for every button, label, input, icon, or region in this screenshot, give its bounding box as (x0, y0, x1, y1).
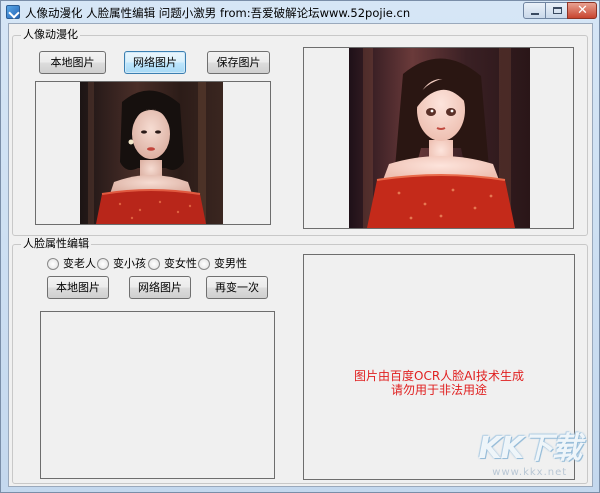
client-area: 人像动漫化 本地图片 网络图片 保存图片 人脸属性编辑 变老人 变小孩 变女性 … (8, 23, 593, 487)
original-photo (80, 82, 223, 224)
close-icon: ✕ (577, 3, 588, 18)
portrait-anime-legend: 人像动漫化 (21, 28, 80, 42)
minimize-icon (531, 13, 539, 15)
portrait-save-image-button[interactable]: 保存图片 (207, 51, 270, 74)
portrait-anime-group: 人像动漫化 本地图片 网络图片 保存图片 (12, 28, 588, 236)
face-local-image-button[interactable]: 本地图片 (47, 276, 109, 299)
radio-child-label: 变小孩 (113, 257, 146, 270)
original-image-frame (35, 81, 271, 225)
radio-female-label: 变女性 (164, 257, 197, 270)
face-network-image-button[interactable]: 网络图片 (129, 276, 191, 299)
app-icon (6, 5, 20, 19)
radio-old-person-label: 变老人 (63, 257, 96, 270)
notice-line-1: 图片由百度OCR人脸AI技术生成 (354, 369, 524, 383)
radio-circle-icon[interactable] (97, 258, 109, 270)
notice-line-2: 请勿用于非法用途 (390, 383, 487, 397)
radio-circle-icon[interactable] (148, 258, 160, 270)
maximize-button[interactable] (545, 2, 568, 19)
watermark-url: www.kkx.net (492, 467, 568, 478)
radio-circle-icon[interactable] (47, 258, 59, 270)
close-button[interactable]: ✕ (567, 2, 597, 19)
title-bar[interactable]: 人像动漫化 人脸属性编辑 问题小激男 from:吾爱破解论坛www.52poji… (1, 1, 599, 23)
portrait-local-image-button[interactable]: 本地图片 (39, 51, 106, 74)
radio-male-label: 变男性 (214, 257, 247, 270)
original-photo-image (80, 82, 223, 224)
face-attribute-legend: 人脸属性编辑 (21, 237, 91, 251)
watermark-logo: KK下载 (478, 431, 582, 466)
watermark: KK下载 www.kkx.net (479, 423, 582, 478)
anime-result-image (349, 48, 530, 228)
app-window: 人像动漫化 人脸属性编辑 问题小激男 from:吾爱破解论坛www.52poji… (0, 0, 600, 493)
maximize-icon (553, 7, 562, 14)
anime-result-photo (349, 48, 530, 228)
face-retry-button[interactable]: 再变一次 (206, 276, 268, 299)
portrait-network-image-button[interactable]: 网络图片 (124, 51, 186, 74)
face-source-frame (40, 311, 275, 479)
minimize-button[interactable] (523, 2, 546, 19)
anime-result-frame (303, 47, 574, 229)
radio-circle-icon[interactable] (198, 258, 210, 270)
window-title: 人像动漫化 人脸属性编辑 问题小激男 from:吾爱破解论坛www.52poji… (25, 6, 411, 20)
